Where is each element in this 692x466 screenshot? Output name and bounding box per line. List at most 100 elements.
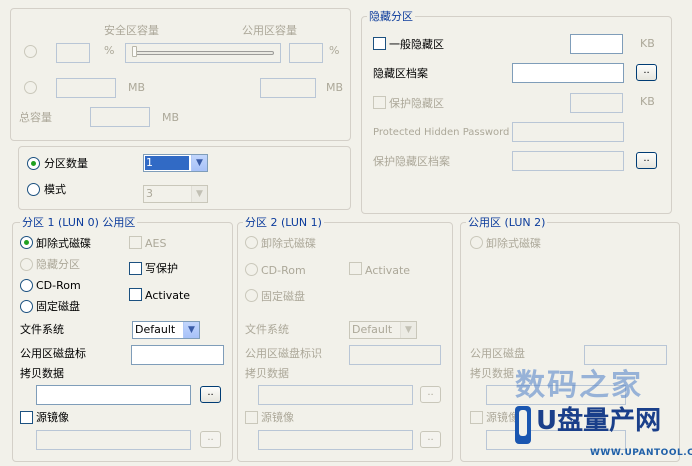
protect-hidden-size-input[interactable] <box>570 93 623 113</box>
public-area-title: 公用区 (LUN 2) <box>466 216 548 229</box>
normal-hidden-kb-unit: KB <box>640 37 655 50</box>
chevron-down-icon[interactable]: ▼ <box>400 322 416 338</box>
mb-mode-radio[interactable] <box>24 81 37 94</box>
p2-cdrom-label: CD-Rom <box>261 264 306 277</box>
p1-aes-label: AES <box>145 237 167 250</box>
pa-removable-label: 卸除式磁碟 <box>486 237 541 250</box>
p2-fs-select[interactable]: Default ▼ <box>349 321 417 339</box>
p2-mirror-input[interactable] <box>258 430 413 450</box>
protect-file-label: 保护隐藏区档案 <box>373 155 450 168</box>
hidden-file-input[interactable] <box>512 63 624 83</box>
protect-hidden-kb-unit: KB <box>640 95 655 108</box>
p2-activate-checkbox[interactable] <box>349 262 362 275</box>
partition-count-label: 分区数量 <box>44 157 88 170</box>
p1-mirror-input[interactable] <box>36 430 191 450</box>
pa-removable-radio[interactable] <box>470 236 483 249</box>
p1-volume-input[interactable] <box>131 345 224 365</box>
capacity-slider-thumb[interactable] <box>132 46 137 57</box>
hidden-partition-title: 隐藏分区 <box>367 10 415 23</box>
p2-fs-label: 文件系统 <box>245 323 289 336</box>
p2-removable-radio[interactable] <box>245 236 258 249</box>
partition2-title: 分区 2 (LUN 1) <box>243 216 324 229</box>
p2-activate-label: Activate <box>365 264 411 277</box>
total-capacity-input[interactable] <box>90 107 150 127</box>
hidden-file-label: 隐藏区档案 <box>373 67 428 80</box>
partition-count-radio[interactable] <box>27 157 40 170</box>
p1-cdrom-radio[interactable] <box>20 279 33 292</box>
p2-copy-input[interactable] <box>258 385 413 405</box>
partition2-panel <box>237 222 453 462</box>
p1-write-protect-label: 写保护 <box>145 262 178 275</box>
capacity-slider-track[interactable] <box>132 51 274 55</box>
partition-count-select[interactable]: 1 ▼ <box>143 154 208 172</box>
p2-copy-label: 拷贝数据 <box>245 367 289 380</box>
p1-volume-label: 公用区磁盘标 <box>20 347 86 360</box>
p1-write-protect-checkbox[interactable] <box>129 262 142 275</box>
safe-mb-input[interactable] <box>56 78 116 98</box>
pa-volume-label: 公用区磁盘 <box>470 347 525 360</box>
hidden-file-browse-button[interactable]: .. <box>636 64 657 81</box>
watermark-brand: 数码之家 <box>515 368 643 403</box>
public-capacity-label: 公用区容量 <box>242 24 297 37</box>
protect-hidden-checkbox[interactable] <box>373 96 386 109</box>
safe-mb-unit: MB <box>128 81 146 94</box>
p1-fs-value: Default <box>135 323 176 336</box>
p1-removable-radio[interactable] <box>20 236 33 249</box>
pa-mirror-checkbox[interactable] <box>470 411 483 424</box>
p1-activate-label: Activate <box>145 289 191 302</box>
p2-copy-browse-button[interactable]: .. <box>420 386 441 403</box>
normal-hidden-checkbox[interactable] <box>373 37 386 50</box>
p1-mirror-checkbox[interactable] <box>20 411 33 424</box>
public-mb-input[interactable] <box>260 78 316 98</box>
chevron-down-icon[interactable]: ▼ <box>183 322 199 338</box>
chevron-down-icon[interactable]: ▼ <box>191 155 207 171</box>
public-mb-unit: MB <box>326 81 344 94</box>
protected-password-label: Protected Hidden Password <box>373 127 510 138</box>
p1-removable-label: 卸除式磁碟 <box>36 237 91 250</box>
protect-file-input[interactable] <box>512 151 624 171</box>
safe-percent-input[interactable] <box>56 43 90 63</box>
partition1-title: 分区 1 (LUN 0) 公用区 <box>20 216 138 229</box>
protect-file-browse-button[interactable]: .. <box>636 152 657 169</box>
p1-activate-checkbox[interactable] <box>129 288 142 301</box>
p2-removable-label: 卸除式磁碟 <box>261 237 316 250</box>
p1-fixed-radio[interactable] <box>20 300 33 313</box>
p1-mirror-label: 源镜像 <box>36 411 69 424</box>
normal-hidden-label: 一般隐藏区 <box>389 38 444 51</box>
p1-hidden-radio[interactable] <box>20 258 33 271</box>
p2-fs-value: Default <box>352 323 393 336</box>
protected-password-input[interactable] <box>512 122 624 142</box>
normal-hidden-size-input[interactable] <box>570 34 623 54</box>
capacity-panel <box>10 8 351 141</box>
watermark-logo-text: U盘量产网 <box>536 406 662 436</box>
p2-volume-input[interactable] <box>349 345 441 365</box>
p1-hidden-label: 隐藏分区 <box>36 258 80 271</box>
mode-radio[interactable] <box>27 183 40 196</box>
watermark-logo: U盘量产网 <box>512 404 684 450</box>
p2-fixed-label: 固定磁盘 <box>261 290 305 303</box>
protect-hidden-label: 保护隐藏区 <box>389 97 444 110</box>
partition-count-value: 1 <box>145 156 189 170</box>
total-capacity-label: 总容量 <box>19 111 52 124</box>
mode-select[interactable]: 3 ▼ <box>143 185 208 203</box>
p2-mirror-label: 源镜像 <box>261 411 294 424</box>
public-percent-input[interactable] <box>289 43 323 63</box>
p1-cdrom-label: CD-Rom <box>36 279 81 292</box>
percent-mode-radio[interactable] <box>24 45 37 58</box>
p1-mirror-browse-button[interactable]: .. <box>200 431 221 448</box>
p2-cdrom-radio[interactable] <box>245 263 258 276</box>
mode-label: 模式 <box>44 183 66 196</box>
p1-fs-select[interactable]: Default ▼ <box>132 321 200 339</box>
p2-mirror-browse-button[interactable]: .. <box>420 431 441 448</box>
p1-copy-input[interactable] <box>36 385 191 405</box>
p1-aes-checkbox[interactable] <box>129 236 142 249</box>
chevron-down-icon[interactable]: ▼ <box>191 186 207 202</box>
p1-copy-label: 拷贝数据 <box>20 367 64 380</box>
p2-mirror-checkbox[interactable] <box>245 411 258 424</box>
p2-fixed-radio[interactable] <box>245 289 258 302</box>
public-percent-unit: % <box>329 44 340 57</box>
pa-copy-label: 拷贝数据 <box>470 367 514 380</box>
p1-copy-browse-button[interactable]: .. <box>200 386 221 403</box>
watermark-url: WWW.UPANTOOL.COM <box>590 448 692 458</box>
safe-percent-unit: % <box>104 44 115 57</box>
